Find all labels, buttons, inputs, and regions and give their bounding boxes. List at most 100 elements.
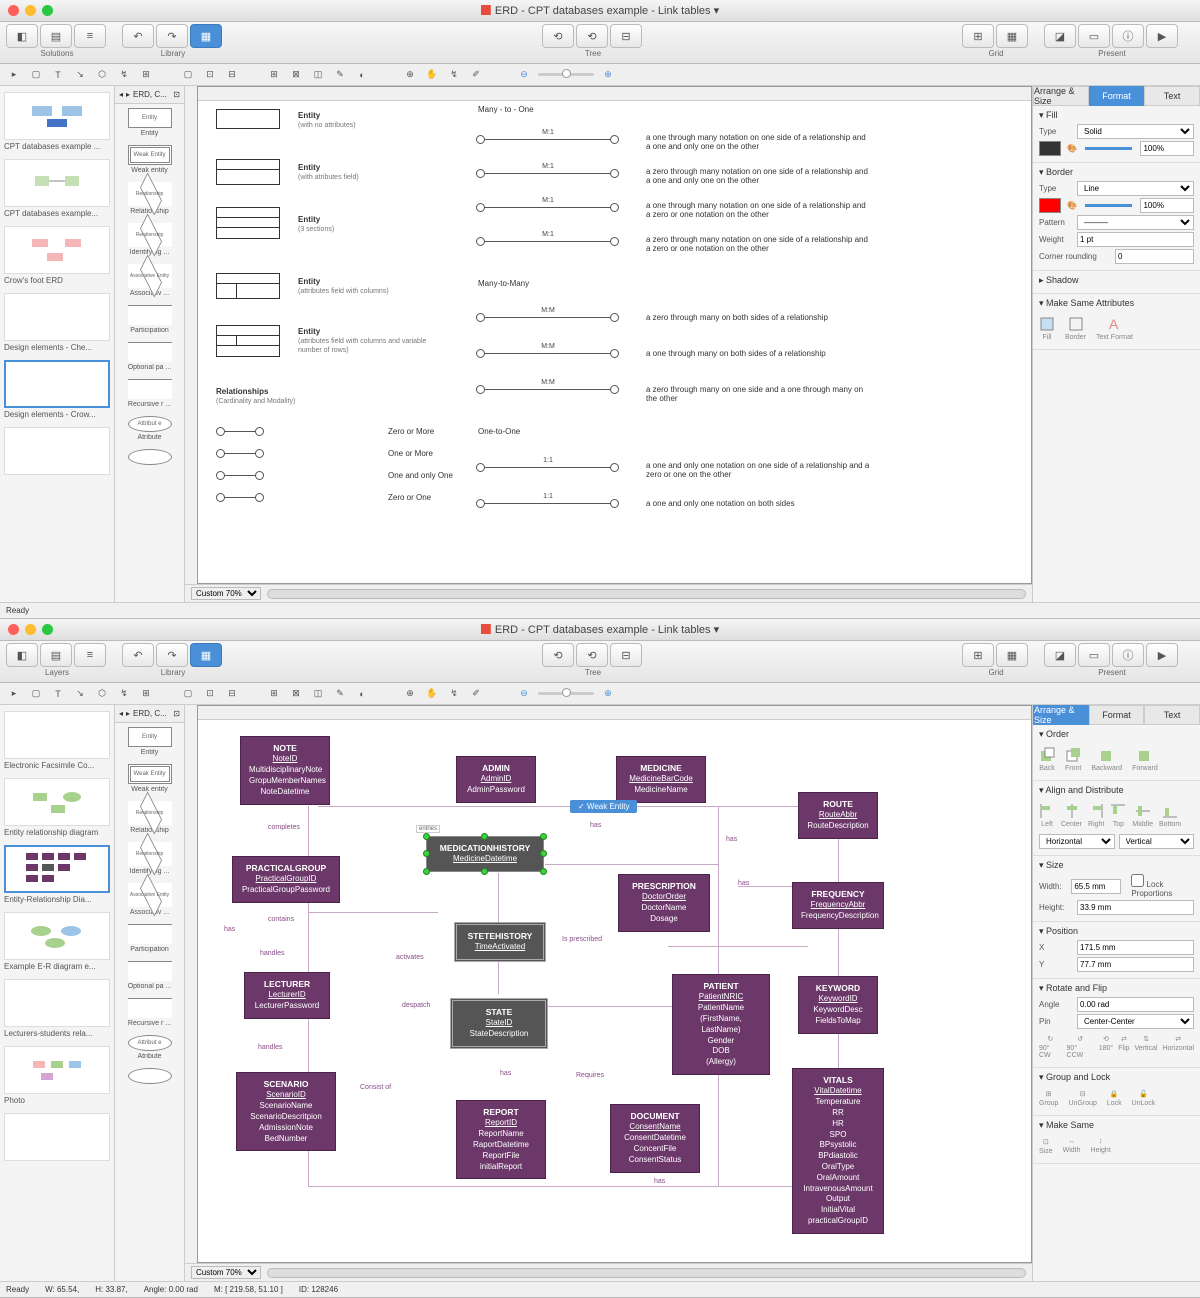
msa-fill[interactable]: Fill	[1039, 316, 1055, 341]
tab-text[interactable]: Text	[1144, 86, 1200, 106]
entity-medicationhistory-selected[interactable]: MEDICATIONHISTORYMedicineDatetime	[426, 836, 544, 872]
smart-button[interactable]: ⟲	[542, 24, 574, 48]
tree-button[interactable]: ⊟	[610, 24, 642, 48]
msa-text[interactable]: AText Format	[1096, 316, 1133, 341]
tool-icon[interactable]: ✎	[332, 67, 348, 83]
lib-item[interactable]: Recursive r ...	[115, 375, 184, 412]
tab-arrange[interactable]: Arrange & Size	[1033, 86, 1089, 106]
page-thumb[interactable]	[4, 293, 110, 341]
canvas-page[interactable]: Entity(with no attributes) Entity(with a…	[197, 86, 1032, 584]
library-button[interactable]: ▦	[190, 643, 222, 667]
zoom-in-icon[interactable]: ⊕	[600, 67, 616, 83]
info-button[interactable]: ⓘ	[1112, 24, 1144, 48]
lib-item[interactable]: Optional pa ...	[115, 338, 184, 375]
redo-button[interactable]: ↷	[156, 643, 188, 667]
pointer-icon[interactable]: ▸	[6, 67, 22, 83]
entity-scenario[interactable]: SCENARIOScenarioIDScenarioNameScenarioDe…	[236, 1072, 336, 1151]
format-button[interactable]: ◪	[1044, 24, 1076, 48]
entity-admin[interactable]: ADMINAdminIDAdminPassword	[456, 756, 536, 803]
minimize-icon[interactable]	[25, 5, 36, 16]
page-thumb[interactable]	[4, 226, 110, 274]
tab-format[interactable]: Format	[1089, 86, 1145, 106]
entity-document[interactable]: DOCUMENTConsentNameConsentDatetimeConcen…	[610, 1104, 700, 1173]
page-thumb-selected[interactable]	[4, 845, 110, 893]
entity-frequency[interactable]: FREQUENCYFrequencyAbbrFrequencyDescripti…	[792, 882, 884, 929]
page-thumb[interactable]	[4, 427, 110, 475]
tool-icon[interactable]: ⊕	[402, 67, 418, 83]
tool-icon[interactable]: ▢	[180, 67, 196, 83]
entity-route[interactable]: ROUTERouteAbbrRouteDescription	[798, 792, 878, 839]
page-thumb[interactable]	[4, 979, 110, 1027]
fill-opacity[interactable]	[1140, 141, 1194, 156]
entity-lecturer[interactable]: LECTURERLecturerIDLecturerPassword	[244, 972, 330, 1019]
entity-keyword[interactable]: KEYWORDKeywordIDKeywordDescFieldsToMap	[798, 976, 878, 1034]
tree-button[interactable]: ⊟	[610, 643, 642, 667]
weight-input[interactable]	[1077, 232, 1194, 247]
snap-button[interactable]: ⊞	[962, 24, 994, 48]
entity-patient[interactable]: PATIENTPatientNRICPatientName (FirstName…	[672, 974, 770, 1075]
zoom-select[interactable]: Custom 70%	[191, 587, 261, 600]
layers-button[interactable]: ≡	[74, 643, 106, 667]
msa-border[interactable]: Border	[1065, 316, 1086, 341]
page-thumb[interactable]	[4, 912, 110, 960]
tool-icon[interactable]: ◐	[354, 67, 370, 83]
zoom-icon[interactable]	[42, 624, 53, 635]
border-opacity[interactable]	[1140, 198, 1194, 213]
tool-icon[interactable]: ⊡	[202, 67, 218, 83]
tool-icon[interactable]: ⊞	[138, 67, 154, 83]
zoom-icon[interactable]	[42, 5, 53, 16]
tool-icon[interactable]: ↯	[116, 67, 132, 83]
angle-input[interactable]	[1077, 997, 1194, 1012]
lib-item[interactable]: Weak EntityWeak entity	[115, 141, 184, 178]
undo-button[interactable]: ↶	[122, 643, 154, 667]
tool-icon[interactable]: ↯	[446, 67, 462, 83]
entity-stetehistory[interactable]: STETEHISTORYTimeActivated	[454, 922, 546, 962]
zoom-slider[interactable]	[538, 73, 594, 76]
lib-item[interactable]: RelationshipIdentifying ...	[115, 219, 184, 260]
pages-button[interactable]: ▤	[40, 643, 72, 667]
lib-item[interactable]: RelationshipRelationship	[115, 178, 184, 219]
page-thumb[interactable]	[4, 1113, 110, 1161]
library-button[interactable]: ▦	[190, 24, 222, 48]
fill-color[interactable]	[1039, 141, 1061, 156]
entity-medicine[interactable]: MEDICINEMedicineBarCodeMedicineName	[616, 756, 706, 803]
lib-item[interactable]: Associative EntityAssociativ ...	[115, 260, 184, 301]
tab-format[interactable]: Format	[1089, 705, 1145, 725]
tab-text[interactable]: Text	[1144, 705, 1200, 725]
border-type-select[interactable]: Line	[1077, 181, 1194, 196]
page-thumb[interactable]	[4, 711, 110, 759]
pages-button[interactable]: ▤	[40, 24, 72, 48]
smart-button[interactable]: ⟲	[542, 643, 574, 667]
hypernote-button[interactable]: ▭	[1078, 643, 1110, 667]
chain-button[interactable]: ⟲	[576, 643, 608, 667]
page-thumb[interactable]	[4, 1046, 110, 1094]
eyedropper-icon[interactable]: ✐	[468, 67, 484, 83]
solutions-button[interactable]: ◧	[6, 643, 38, 667]
grid-button[interactable]: ▦	[996, 643, 1028, 667]
undo-button[interactable]: ↶	[122, 24, 154, 48]
entity-vitals[interactable]: VITALSVitalDatetimeTemperatureRRHRSPOBPs…	[792, 1068, 884, 1234]
hypernote-button[interactable]: ▭	[1078, 24, 1110, 48]
y-input[interactable]	[1077, 957, 1194, 972]
tool-icon[interactable]: ▢	[28, 67, 44, 83]
order-backward[interactable]: Backward	[1091, 747, 1122, 772]
lib-item[interactable]	[115, 445, 184, 471]
border-color[interactable]	[1039, 198, 1061, 213]
order-forward[interactable]: Forward	[1132, 747, 1158, 772]
entity-note[interactable]: NOTENoteIDMultidisciplinaryNoteGropuMemb…	[240, 736, 330, 805]
present-button[interactable]: ▶	[1146, 24, 1178, 48]
zoom-out-icon[interactable]: ⊖	[516, 67, 532, 83]
entity-practicalgroup[interactable]: PRACTICALGROUPPracticalGroupIDPracticalG…	[232, 856, 340, 903]
lib-item[interactable]: Attribut eAtribute	[115, 412, 184, 445]
snap-button[interactable]: ⊞	[962, 643, 994, 667]
tool-icon[interactable]: T	[50, 67, 66, 83]
minimize-icon[interactable]	[25, 624, 36, 635]
tool-icon[interactable]: ↘	[72, 67, 88, 83]
info-button[interactable]: ⓘ	[1112, 643, 1144, 667]
solutions-button[interactable]: ◧	[6, 24, 38, 48]
entity-prescription[interactable]: PRESCRIPTIONDoctorOrderDoctorNameDosage	[618, 874, 710, 932]
format-button[interactable]: ◪	[1044, 643, 1076, 667]
eyedropper-icon[interactable]: ✐	[468, 686, 484, 702]
canvas-page[interactable]: NOTENoteIDMultidisciplinaryNoteGropuMemb…	[197, 705, 1032, 1263]
redo-button[interactable]: ↷	[156, 24, 188, 48]
